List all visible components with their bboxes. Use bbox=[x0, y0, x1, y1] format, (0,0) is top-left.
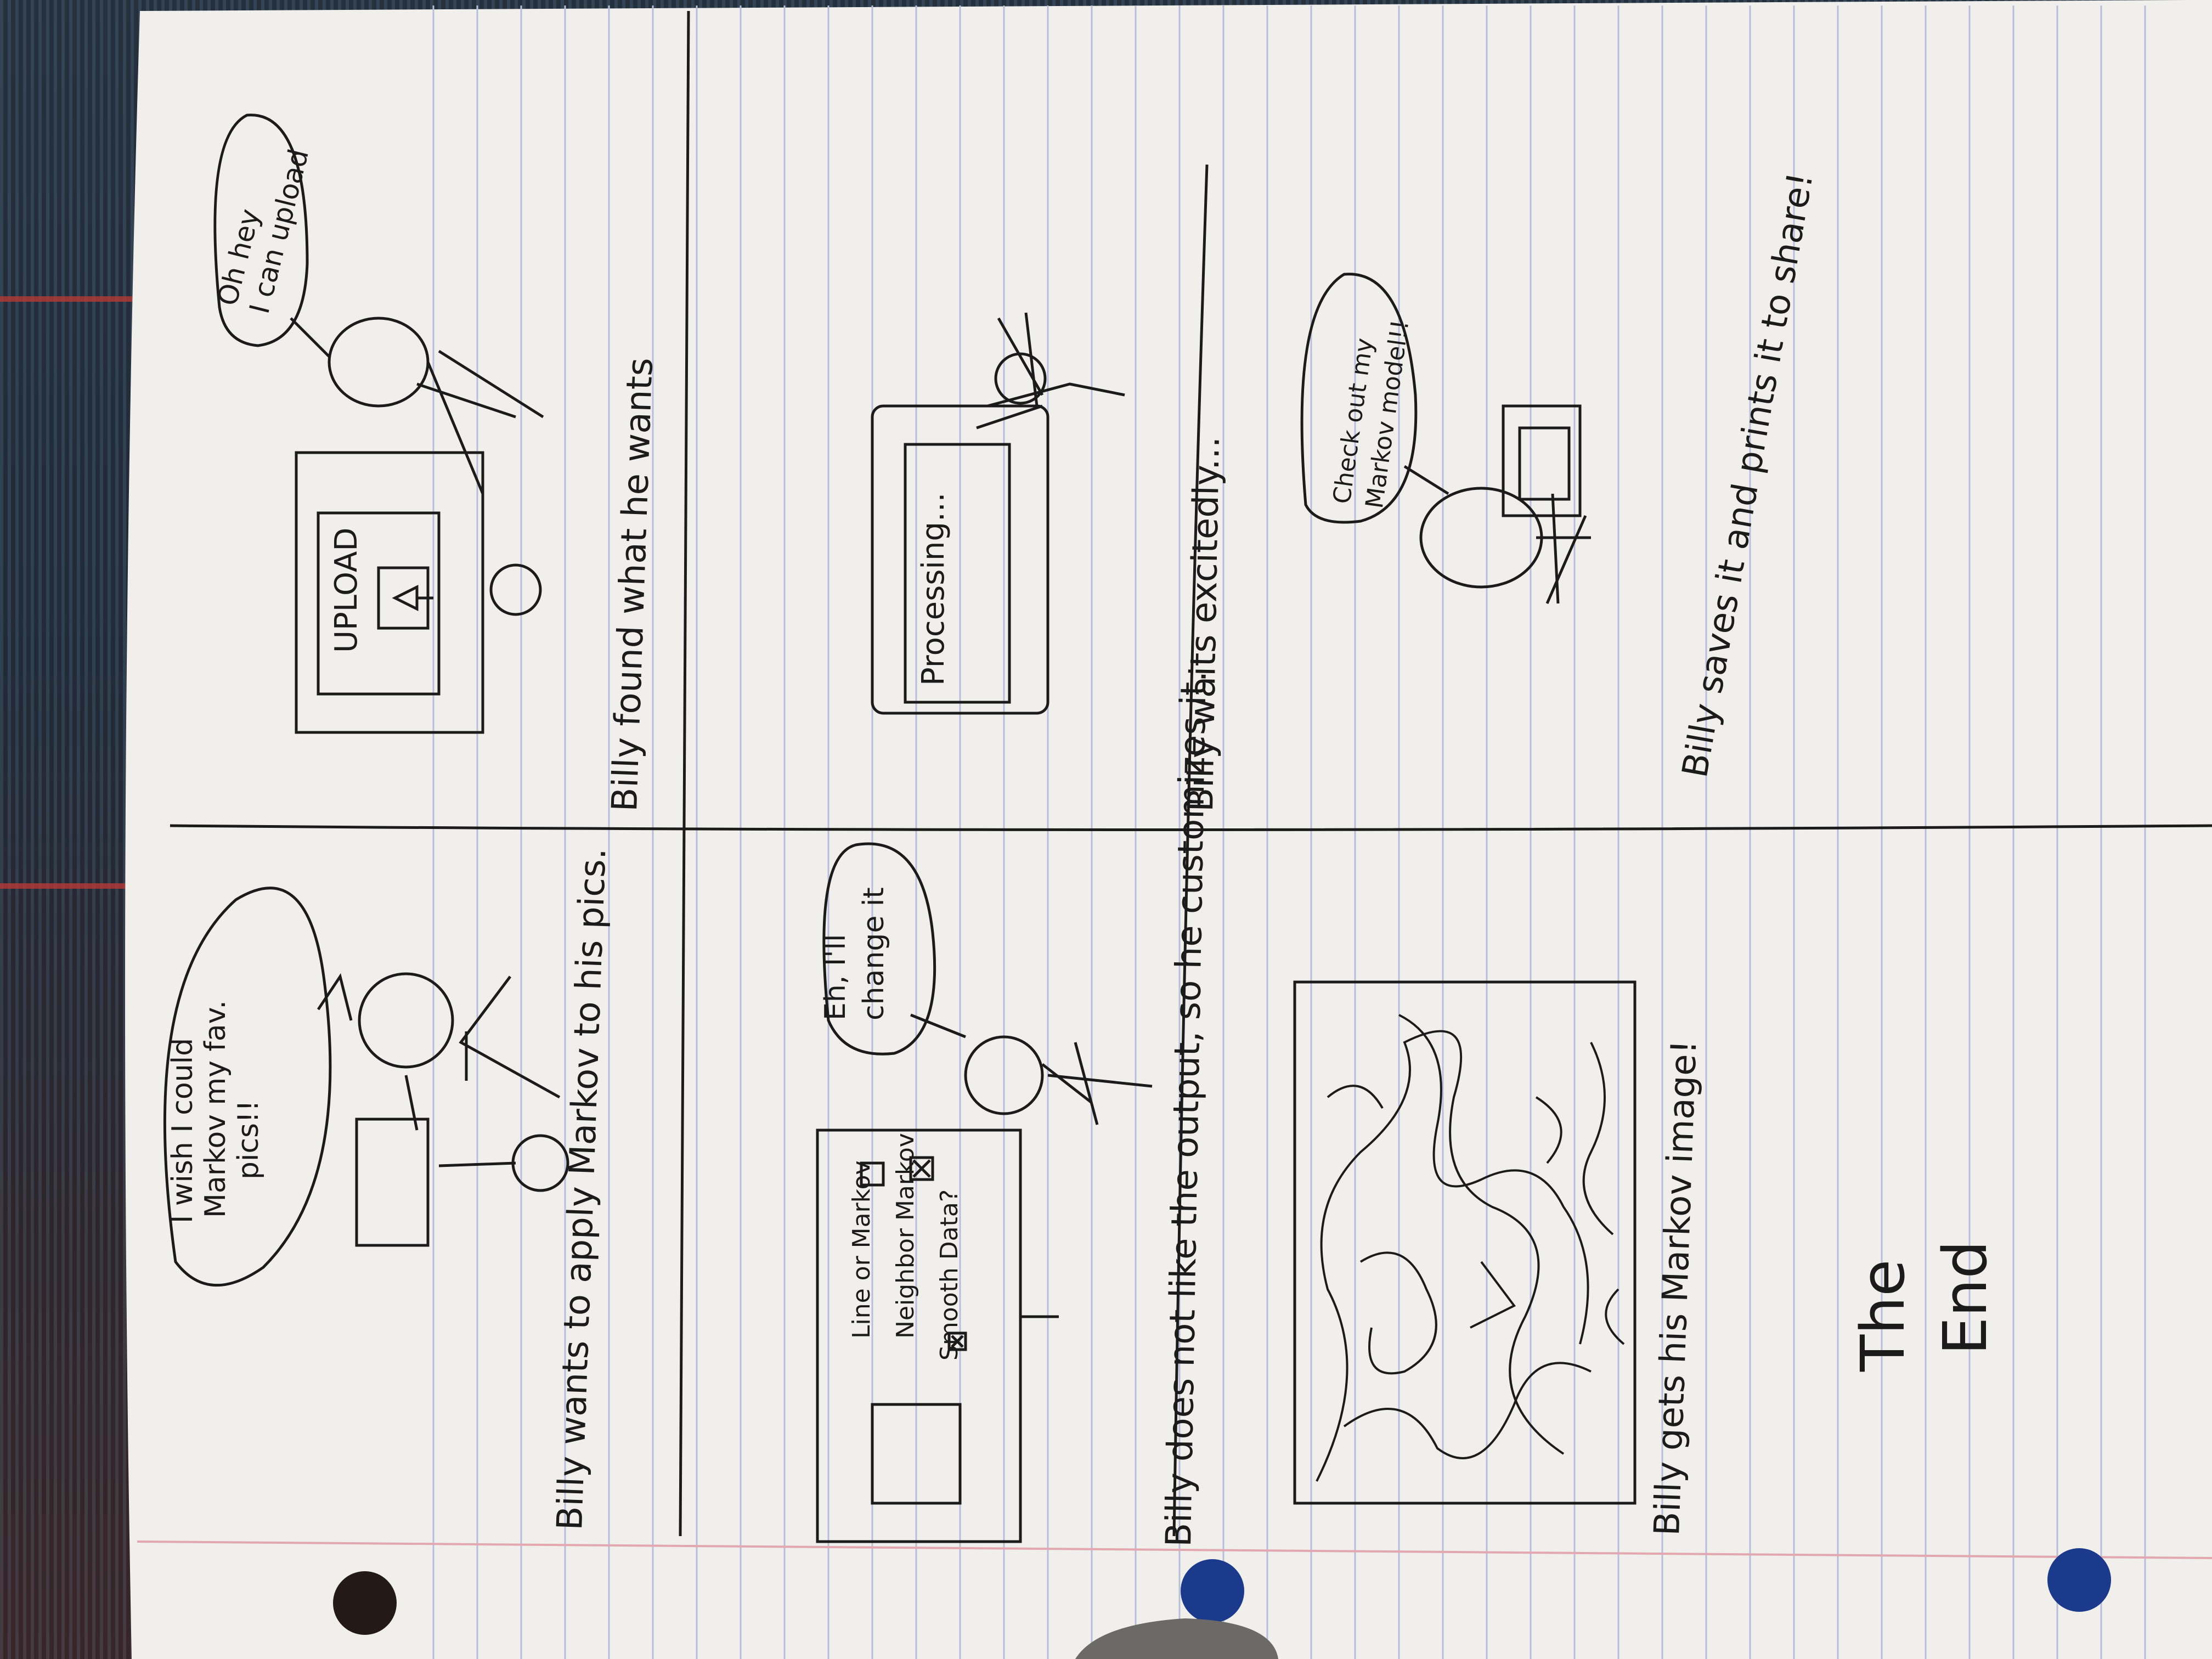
binder-hole bbox=[333, 1571, 397, 1635]
upload-label: UPLOAD bbox=[329, 528, 364, 653]
panel-4-caption: Billy waits excitedly... bbox=[1181, 436, 1228, 812]
option-smooth-data: Smooth Data? bbox=[935, 1189, 963, 1361]
option-line-or-markov: Line or Markov bbox=[848, 1160, 876, 1339]
bubble-line: change it bbox=[857, 887, 890, 1020]
ending-end: End bbox=[1930, 1240, 2000, 1355]
processing-text: Processing... bbox=[916, 493, 951, 686]
bubble-line: pics!! bbox=[232, 1100, 265, 1180]
binder-hole bbox=[1181, 1559, 1244, 1623]
bubble-line: Eh, I'll bbox=[819, 934, 852, 1020]
bubble-line: Markov my fav. bbox=[199, 1000, 232, 1218]
option-neighbor-markov: Neighbor Markov bbox=[891, 1133, 919, 1339]
notebook-page: I wish I could Markov my fav. pics!! Bil… bbox=[125, 0, 2212, 1659]
binder-hole bbox=[2047, 1548, 2111, 1612]
ending-the: The bbox=[1848, 1259, 1918, 1372]
bubble-line: I wish I could bbox=[166, 1038, 199, 1223]
